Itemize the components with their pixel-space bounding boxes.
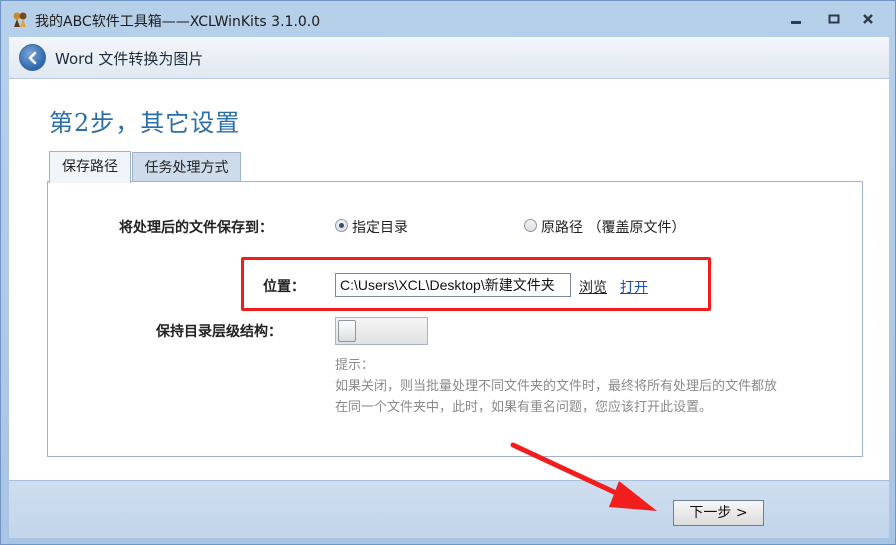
page-header: Word 文件转换为图片 (9, 37, 889, 79)
back-arrow-icon[interactable] (19, 44, 46, 71)
close-icon[interactable] (861, 12, 875, 26)
location-path-input[interactable]: C:\Users\XCL\Desktop\新建文件夹 (335, 273, 571, 297)
hint-line-2: 在同一个文件夹中，此时，如果有重名问题，您应该打开此设置。 (335, 400, 713, 415)
tab-task-mode[interactable]: 任务处理方式 (132, 152, 241, 182)
radio-specified-dir[interactable] (335, 219, 348, 232)
browse-link[interactable]: 浏览 (579, 277, 607, 297)
page-title: Word 文件转换为图片 (55, 50, 204, 68)
radio-original-path-label[interactable]: 原路径 （覆盖原文件） (541, 217, 685, 237)
radio-specified-dir-label[interactable]: 指定目录 (352, 217, 408, 237)
keep-structure-label: 保持目录层级结构： (156, 324, 282, 340)
app-logo-icon (11, 10, 29, 28)
save-to-label: 将处理后的文件保存到： (119, 220, 273, 236)
open-link[interactable]: 打开 (620, 277, 648, 297)
restore-icon[interactable] (827, 12, 841, 26)
main-window: 我的ABC软件工具箱——XCLWinKits 3.1.0.0 Word 文件转换… (0, 0, 896, 545)
radio-original-path[interactable] (524, 219, 537, 232)
keep-structure-toggle[interactable] (335, 317, 428, 345)
hint-title: 提示： (335, 358, 375, 373)
step-title: 第2步，其它设置 (49, 109, 241, 137)
annotation-arrow (510, 442, 657, 511)
minimize-icon[interactable] (789, 12, 803, 26)
title-bar[interactable]: 我的ABC软件工具箱——XCLWinKits 3.1.0.0 (1, 1, 895, 37)
next-step-button[interactable]: 下一步 > (673, 500, 764, 526)
hint-line-1: 如果关闭，则当批量处理不同文件夹的文件时，最终将所有处理后的文件都放 (335, 379, 778, 394)
window-title: 我的ABC软件工具箱——XCLWinKits 3.1.0.0 (35, 14, 321, 30)
toggle-knob[interactable] (338, 320, 356, 342)
footer-bar: 下一步 > (9, 480, 889, 538)
tab-save-path[interactable]: 保存路径 (49, 151, 131, 183)
content-area: 第2步，其它设置 保存路径 任务处理方式 将处理后的文件保存到： 指定目录 原路… (9, 79, 889, 480)
location-label: 位置： (263, 279, 305, 295)
